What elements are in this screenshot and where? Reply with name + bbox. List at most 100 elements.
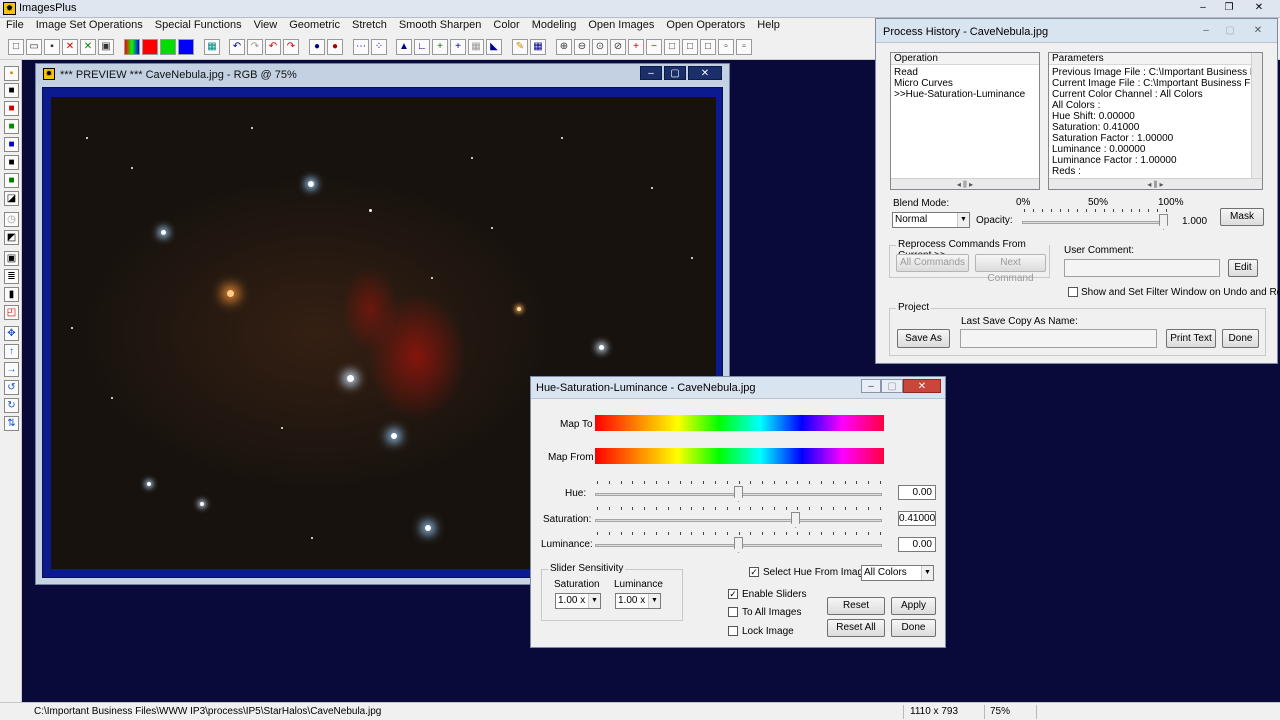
crop-icon[interactable]: ◰ — [4, 305, 19, 320]
menu-special-functions[interactable]: Special Functions — [149, 18, 248, 34]
bars-icon[interactable]: ≣ — [4, 269, 19, 284]
app-maximize-button[interactable]: ❐ — [1216, 0, 1242, 16]
map-from-spectrum[interactable] — [595, 448, 884, 464]
remove-window-icon[interactable]: − — [646, 39, 662, 55]
crosshair-green-icon[interactable]: + — [432, 39, 448, 55]
grid-disabled-icon[interactable]: ▦ — [468, 39, 484, 55]
print-text-button[interactable]: Print Text — [1166, 329, 1216, 348]
arrow-up-icon[interactable]: ↑ — [4, 344, 19, 359]
histogram-icon[interactable]: ▲ — [396, 39, 412, 55]
menu-color[interactable]: Color — [487, 18, 525, 34]
channel-merge-icon[interactable]: ◪ — [4, 191, 19, 206]
menu-stretch[interactable]: Stretch — [346, 18, 393, 34]
slider-thumb[interactable] — [734, 486, 743, 502]
ph-maximize-button[interactable]: ▢ — [1218, 24, 1242, 38]
circle-select-icon[interactable]: ● — [309, 39, 325, 55]
menu-modeling[interactable]: Modeling — [526, 18, 583, 34]
select-hue-checkbox[interactable]: ✓ — [749, 567, 759, 577]
blend-mode-select[interactable]: Normal ▼ — [892, 212, 970, 228]
preview-window-titlebar[interactable]: ✹ *** PREVIEW *** CaveNebula.jpg - RGB @… — [36, 64, 729, 85]
app-close-button[interactable]: ✕ — [1246, 0, 1272, 16]
saturation-value-field[interactable]: 0.41000 — [898, 511, 936, 526]
green-channel-icon[interactable] — [160, 39, 176, 55]
preview-maximize-button[interactable]: ▢ — [664, 66, 686, 80]
add-window-icon[interactable]: + — [628, 39, 644, 55]
slider-thumb[interactable] — [791, 512, 800, 528]
rotate-right-icon[interactable]: ↻ — [4, 398, 19, 413]
flip-icon[interactable]: ⇅ — [4, 416, 19, 431]
sens-saturation-select[interactable]: 1.00 x ▼ — [555, 593, 601, 609]
save-icon[interactable]: ▪ — [44, 39, 60, 55]
color-channel-select[interactable]: All Colors ▼ — [861, 565, 934, 581]
menu-view[interactable]: View — [248, 18, 284, 34]
menu-help[interactable]: Help — [751, 18, 786, 34]
last-save-name-field[interactable] — [960, 329, 1157, 348]
rotate-left-icon[interactable]: ↺ — [4, 380, 19, 395]
slider-thumb[interactable] — [1159, 214, 1168, 230]
preview-minimize-button[interactable]: – — [640, 66, 662, 80]
operation-list[interactable]: Operation Read Micro Curves >>Hue-Satura… — [890, 52, 1040, 190]
apply-button[interactable]: Apply — [891, 597, 936, 615]
zoom-fit-icon[interactable]: ⊙ — [592, 39, 608, 55]
reset-all-button[interactable]: Reset All — [827, 619, 885, 637]
save-icon[interactable]: ▪ — [4, 66, 19, 81]
redo-all-icon[interactable]: ↷ — [283, 39, 299, 55]
opacity-slider[interactable] — [1020, 207, 1170, 233]
channel-split-icon[interactable]: ■ — [4, 173, 19, 188]
hsl-minimize-button[interactable]: – — [861, 379, 881, 393]
zoom-actual-icon[interactable]: ⊘ — [610, 39, 626, 55]
window-mini-icon[interactable]: ▫ — [736, 39, 752, 55]
menu-open-images[interactable]: Open Images — [582, 18, 660, 34]
parameters-hscrollbar[interactable]: ◂ ⫼ ▸ — [1049, 178, 1262, 189]
grid-icon[interactable]: ▦ — [204, 39, 220, 55]
app-minimize-button[interactable]: – — [1190, 0, 1216, 16]
menu-image-set-operations[interactable]: Image Set Operations — [30, 18, 149, 34]
parameters-vscrollbar[interactable] — [1251, 53, 1262, 189]
curve-icon[interactable]: ∟ — [414, 39, 430, 55]
saturation-slider[interactable] — [593, 505, 884, 531]
slider-track[interactable] — [595, 519, 882, 522]
hsl-maximize-button[interactable]: ▢ — [881, 379, 903, 393]
points-icon[interactable]: ⁘ — [371, 39, 387, 55]
luminance-value-field[interactable]: 0.00 — [898, 537, 936, 552]
ph-close-button[interactable]: ✕ — [1246, 24, 1270, 38]
enable-sliders-checkbox[interactable]: ✓ — [728, 589, 738, 599]
close-image-icon[interactable]: ✕ — [62, 39, 78, 55]
list-item[interactable]: Micro Curves — [894, 78, 953, 89]
reset-button[interactable]: Reset — [827, 597, 885, 615]
user-comment-field[interactable] — [1064, 259, 1220, 277]
all-commands-button[interactable]: All Commands — [896, 254, 969, 272]
lock-image-checkbox[interactable] — [728, 626, 738, 636]
operation-hscrollbar[interactable]: ◂ ⫼ ▸ — [891, 178, 1039, 189]
save-as-button[interactable]: Save As — [897, 329, 950, 348]
process-history-titlebar[interactable]: Process History - CaveNebula.jpg – ▢ ✕ — [876, 19, 1277, 43]
done-button[interactable]: Done — [891, 619, 936, 637]
show-filter-checkbox[interactable] — [1068, 287, 1078, 297]
undo-all-icon[interactable]: ↶ — [265, 39, 281, 55]
green-square-icon[interactable]: ■ — [4, 119, 19, 134]
hsl-titlebar[interactable]: Hue-Saturation-Luminance - CaveNebula.jp… — [531, 377, 945, 399]
menu-geometric[interactable]: Geometric — [283, 18, 346, 34]
pencil-icon[interactable]: ✎ — [512, 39, 528, 55]
list-item[interactable]: Read — [894, 67, 918, 78]
channel-black-icon[interactable]: ■ — [4, 155, 19, 170]
hue-value-field[interactable]: 0.00 — [898, 485, 936, 500]
menu-smooth-sharpen[interactable]: Smooth Sharpen — [393, 18, 488, 34]
slider-thumb[interactable] — [734, 537, 743, 553]
list-item[interactable]: >>Hue-Saturation-Luminance — [894, 89, 1025, 100]
hsl-close-button[interactable]: ✕ — [903, 379, 941, 393]
move-icon[interactable]: ✥ — [4, 326, 19, 341]
red-square-icon[interactable]: ■ — [4, 101, 19, 116]
black-square-icon[interactable]: ■ — [4, 83, 19, 98]
table-icon[interactable]: ▦ — [530, 39, 546, 55]
black-bar-icon[interactable]: ▮ — [4, 287, 19, 302]
edit-button[interactable]: Edit — [1228, 259, 1258, 277]
open-folder-icon[interactable]: ▭ — [26, 39, 42, 55]
hue-slider[interactable] — [593, 479, 884, 505]
zoom-in-icon[interactable]: ⊕ — [556, 39, 572, 55]
copy-icon[interactable]: ▣ — [98, 39, 114, 55]
next-command-button[interactable]: Next Command — [975, 254, 1046, 284]
undo-icon[interactable]: ↶ — [229, 39, 245, 55]
sens-luminance-select[interactable]: 1.00 x ▼ — [615, 593, 661, 609]
to-all-images-checkbox[interactable] — [728, 607, 738, 617]
